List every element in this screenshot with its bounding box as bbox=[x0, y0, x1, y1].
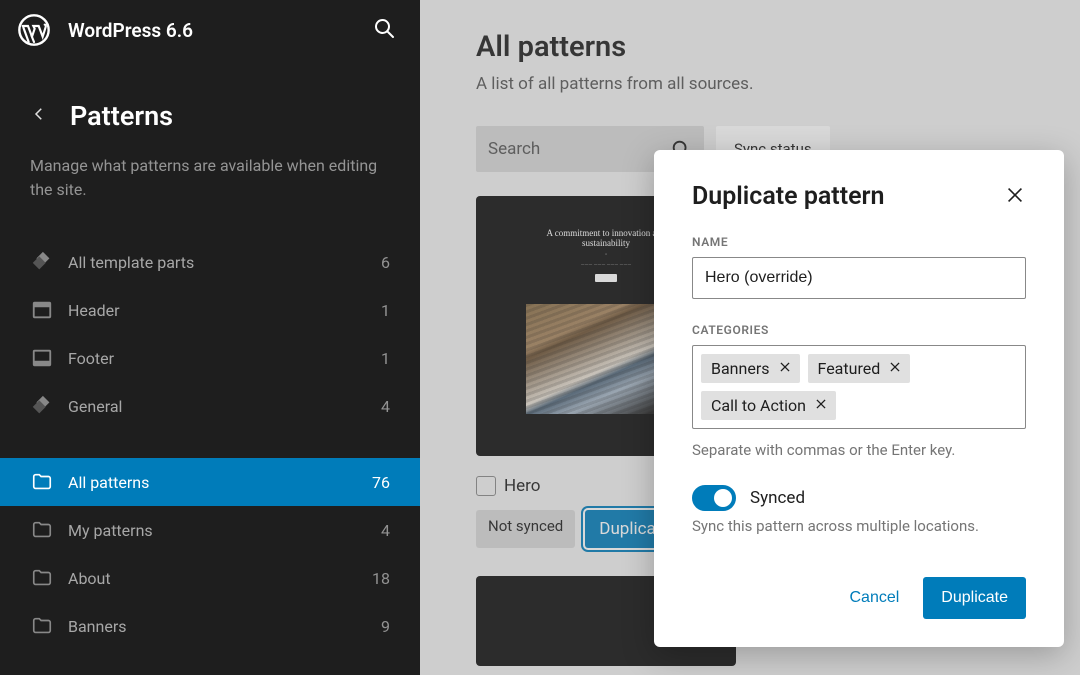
pattern-name[interactable]: Hero bbox=[504, 476, 540, 496]
nav-label: Banners bbox=[68, 617, 381, 636]
nav-count: 6 bbox=[381, 253, 390, 272]
category-tag: Featured bbox=[808, 354, 911, 383]
nav-header[interactable]: Header 1 bbox=[0, 286, 420, 334]
sidebar-title: Patterns bbox=[70, 100, 173, 132]
diamond-stack-icon bbox=[30, 394, 54, 418]
sidebar-description: Manage what patterns are available when … bbox=[30, 154, 390, 210]
nav-my-patterns[interactable]: My patterns 4 bbox=[0, 506, 420, 554]
tag-label: Featured bbox=[818, 359, 881, 378]
categories-input[interactable]: Banners Featured Call to Action bbox=[692, 345, 1026, 429]
sidebar-topbar: WordPress 6.6 bbox=[0, 0, 420, 60]
nav-label: Header bbox=[68, 301, 381, 320]
categories-label: CATEGORIES bbox=[692, 323, 1026, 337]
tag-label: Banners bbox=[711, 359, 770, 378]
header-layout-icon bbox=[30, 298, 54, 322]
footer-layout-icon bbox=[30, 346, 54, 370]
tag-label: Call to Action bbox=[711, 396, 806, 415]
nav-label: General bbox=[68, 397, 381, 416]
remove-tag-icon[interactable] bbox=[814, 396, 828, 415]
nav-all-template-parts[interactable]: All template parts 6 bbox=[0, 238, 420, 286]
nav-all-patterns[interactable]: All patterns 76 bbox=[0, 458, 420, 506]
folder-icon bbox=[30, 470, 54, 494]
preview-heading: A commitment to innovation and sustainab… bbox=[541, 228, 671, 248]
nav-count: 76 bbox=[372, 473, 390, 492]
pattern-select-checkbox[interactable] bbox=[476, 476, 496, 496]
nav-label: About bbox=[68, 569, 372, 588]
nav-about[interactable]: About 18 bbox=[0, 554, 420, 602]
category-tag: Call to Action bbox=[701, 391, 836, 420]
pattern-name-input[interactable] bbox=[692, 257, 1026, 299]
categories-help-text: Separate with commas or the Enter key. bbox=[692, 441, 1026, 459]
nav-label: Footer bbox=[68, 349, 381, 368]
search-icon[interactable] bbox=[372, 16, 396, 44]
page-subtitle: A list of all patterns from all sources. bbox=[476, 74, 1040, 94]
nav-count: 1 bbox=[381, 301, 390, 320]
nav-label: All patterns bbox=[68, 473, 372, 492]
nav-count: 1 bbox=[381, 349, 390, 368]
sidebar-header: Patterns Manage what patterns are availa… bbox=[0, 60, 420, 210]
nav-count: 18 bbox=[372, 569, 390, 588]
name-label: NAME bbox=[692, 235, 1026, 249]
nav-general[interactable]: General 4 bbox=[0, 382, 420, 430]
nav-footer[interactable]: Footer 1 bbox=[0, 334, 420, 382]
sync-status-badge: Not synced bbox=[476, 510, 575, 548]
folder-icon bbox=[30, 518, 54, 542]
folder-icon bbox=[30, 566, 54, 590]
remove-tag-icon[interactable] bbox=[778, 359, 792, 378]
nav-count: 9 bbox=[381, 617, 390, 636]
duplicate-pattern-modal: Duplicate pattern NAME CATEGORIES Banner… bbox=[654, 150, 1064, 647]
nav-label: All template parts bbox=[68, 253, 381, 272]
folder-icon bbox=[30, 614, 54, 638]
sidebar: WordPress 6.6 Patterns Manage what patte… bbox=[0, 0, 420, 675]
back-chevron-icon[interactable] bbox=[30, 105, 48, 127]
wordpress-logo-icon[interactable] bbox=[18, 14, 50, 46]
page-title: All patterns bbox=[476, 30, 1040, 64]
pattern-categories-nav: All patterns 76 My patterns 4 About 18 B… bbox=[0, 458, 420, 650]
category-tag: Banners bbox=[701, 354, 800, 383]
synced-help-text: Sync this pattern across multiple locati… bbox=[692, 517, 1026, 535]
cancel-button[interactable]: Cancel bbox=[843, 579, 905, 617]
site-title: WordPress 6.6 bbox=[68, 19, 372, 42]
template-parts-nav: All template parts 6 Header 1 Footer 1 G… bbox=[0, 238, 420, 430]
diamond-stack-icon bbox=[30, 250, 54, 274]
synced-label: Synced bbox=[750, 488, 805, 508]
remove-tag-icon[interactable] bbox=[888, 359, 902, 378]
search-placeholder: Search bbox=[488, 139, 670, 159]
synced-toggle[interactable] bbox=[692, 485, 736, 511]
duplicate-button[interactable]: Duplicate bbox=[923, 577, 1026, 619]
nav-label: My patterns bbox=[68, 521, 381, 540]
nav-banners[interactable]: Banners 9 bbox=[0, 602, 420, 650]
modal-title: Duplicate pattern bbox=[692, 182, 885, 211]
nav-count: 4 bbox=[381, 397, 390, 416]
nav-count: 4 bbox=[381, 521, 390, 540]
close-icon[interactable] bbox=[1004, 184, 1026, 210]
